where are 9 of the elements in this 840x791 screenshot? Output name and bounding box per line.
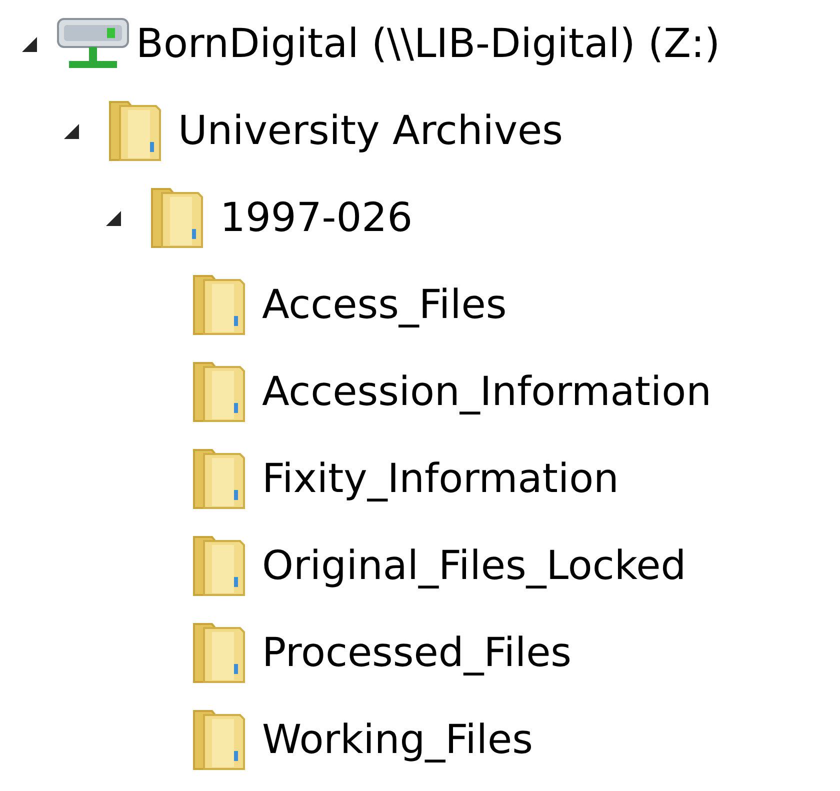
tree-item[interactable]: Original_Files_Locked — [262, 536, 686, 596]
tree-item[interactable]: BornDigital (\\LIB-Digital) (Z:) — [136, 14, 720, 74]
tree-item[interactable]: Access_Files — [262, 274, 507, 334]
tree-item[interactable]: Fixity_Information — [262, 448, 619, 508]
tree-item[interactable]: 1997-026 — [220, 188, 413, 248]
tree-item[interactable]: Accession_Information — [262, 362, 712, 422]
tree-item[interactable]: University Archives — [178, 100, 563, 160]
tree-item[interactable]: Processed_Files — [262, 622, 572, 682]
tree-item[interactable]: Working_Files — [262, 710, 533, 770]
